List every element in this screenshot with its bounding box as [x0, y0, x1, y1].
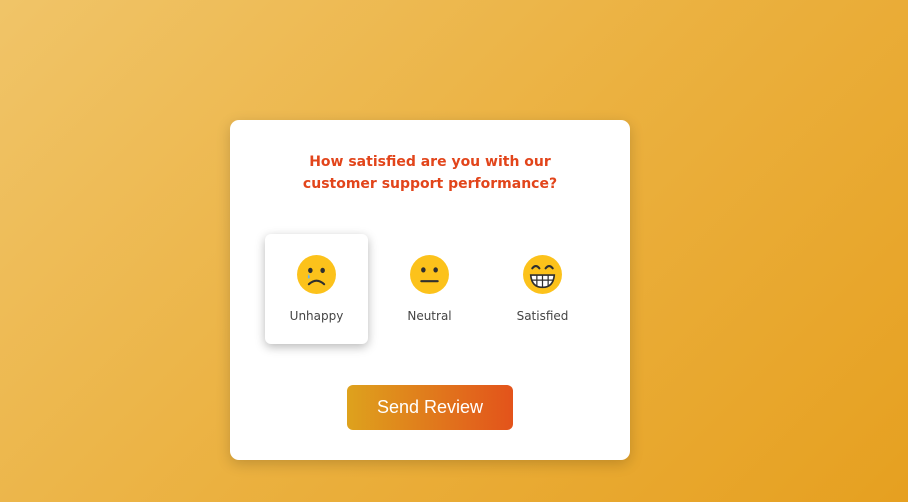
rating-options: Unhappy Neutral Satisfied: [265, 234, 595, 344]
rating-option-neutral[interactable]: Neutral: [378, 234, 481, 344]
rating-option-satisfied[interactable]: Satisfied: [491, 234, 594, 344]
survey-question: How satisfied are you with our customer …: [230, 151, 630, 195]
feedback-card: How satisfied are you with our customer …: [230, 120, 630, 460]
question-line-2: customer support performance?: [302, 176, 558, 192]
question-line-1: How satisfied are you with our: [309, 154, 551, 170]
send-review-button[interactable]: Send Review: [347, 385, 513, 430]
neutral-face-icon: [410, 255, 449, 294]
rating-label: Unhappy: [289, 309, 344, 323]
grinning-face-icon: [523, 255, 562, 294]
rating-label: Satisfied: [516, 309, 569, 323]
page-background: { "question": { "line1": "How satisfied …: [0, 0, 908, 502]
rating-option-unhappy[interactable]: Unhappy: [265, 234, 368, 344]
rating-label: Neutral: [407, 309, 452, 323]
unhappy-face-icon: [297, 255, 336, 294]
